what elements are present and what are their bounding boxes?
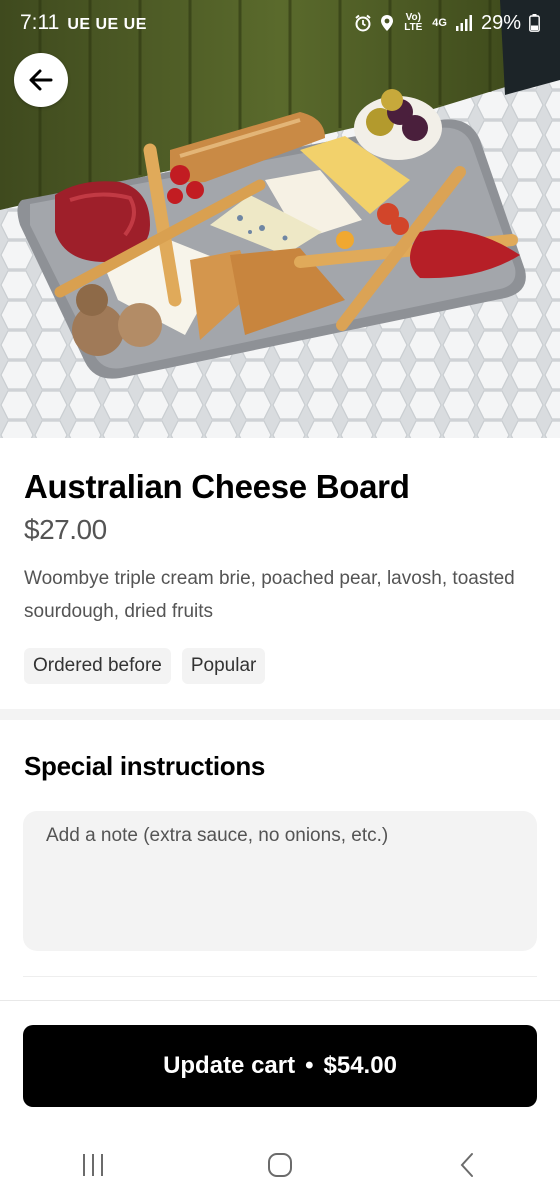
volte-icon: Vo) LTE (404, 12, 423, 33)
footer-divider (0, 1000, 560, 1001)
back-button[interactable] (14, 53, 68, 107)
item-price: $27.00 (24, 514, 107, 545)
home-icon (267, 1153, 292, 1177)
cheese-board-photo (0, 0, 560, 438)
update-cart-label: Update cart (163, 1052, 296, 1079)
location-icon (380, 14, 394, 32)
status-bar: 7:11 UE UE UE Vo) LTE 4G 29% (0, 0, 560, 46)
section-divider (0, 709, 560, 720)
cta-separator: • (305, 1052, 314, 1079)
status-left: 7:11 UE UE UE (20, 11, 147, 35)
divider (23, 976, 537, 977)
special-instructions-input[interactable]: Add a note (extra sauce, no onions, etc.… (23, 811, 537, 951)
system-back-button[interactable] (427, 1135, 507, 1195)
status-right: Vo) LTE 4G 29% (354, 12, 540, 35)
home-button[interactable] (240, 1135, 320, 1195)
signal-icon (455, 15, 473, 31)
recent-apps-button[interactable] (53, 1135, 133, 1195)
chevron-left-icon (460, 1153, 473, 1177)
network-type: 4G (432, 17, 447, 29)
tag-ordered-before: Ordered before (24, 648, 171, 684)
item-tags: Ordered before Popular (24, 648, 266, 684)
special-instructions-title: Special instructions (24, 751, 266, 781)
status-carriers: UE UE UE (67, 16, 147, 33)
alarm-icon (354, 14, 372, 32)
cart-total: $54.00 (323, 1052, 397, 1079)
battery-icon (529, 14, 540, 32)
update-cart-button[interactable]: Update cart • $54.00 (23, 1025, 537, 1107)
arrow-left-icon (29, 69, 53, 91)
recent-apps-icon (83, 1154, 104, 1176)
item-title: Australian Cheese Board (24, 468, 410, 505)
item-description: Woombye triple cream brie, poached pear,… (24, 568, 515, 622)
special-instructions-placeholder: Add a note (extra sauce, no onions, etc.… (46, 825, 389, 846)
status-time: 7:11 (20, 11, 60, 34)
hero-image (0, 0, 560, 438)
battery-percent: 29% (480, 11, 521, 34)
system-navigation-bar (0, 1130, 560, 1200)
tag-popular: Popular (181, 648, 266, 684)
